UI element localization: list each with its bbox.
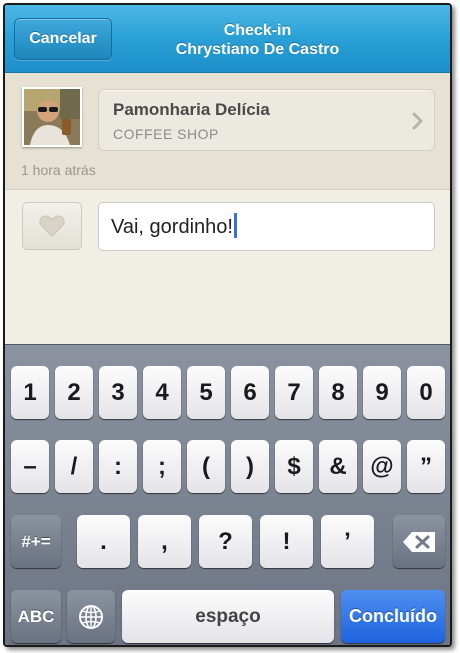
- space-key[interactable]: espaço: [122, 590, 334, 643]
- key-1[interactable]: 1: [11, 366, 49, 419]
- key-at[interactable]: @: [363, 440, 401, 493]
- key-semicolon[interactable]: ;: [143, 440, 181, 493]
- globe-key[interactable]: [67, 590, 115, 643]
- venue-header: Pamonharia Delícia COFFEE SHOP 1 hora at…: [5, 73, 450, 190]
- key-comma[interactable]: ,: [138, 515, 191, 568]
- shout-text: Vai, gordinho!: [111, 216, 233, 238]
- key-period[interactable]: .: [77, 515, 130, 568]
- key-colon[interactable]: :: [99, 440, 137, 493]
- text-caret: [233, 213, 237, 238]
- key-close-paren[interactable]: ): [231, 440, 269, 493]
- key-0[interactable]: 0: [407, 366, 445, 419]
- key-abc[interactable]: ABC: [11, 590, 61, 643]
- key-open-paren[interactable]: (: [187, 440, 225, 493]
- key-dash[interactable]: –: [11, 440, 49, 493]
- key-apostrophe[interactable]: ’: [321, 515, 374, 568]
- key-4[interactable]: 4: [143, 366, 181, 419]
- like-button[interactable]: [22, 202, 82, 250]
- navigation-bar: Cancelar Check-in Chrystiano De Castro: [5, 5, 450, 73]
- avatar-photo: [24, 89, 80, 145]
- nav-title: Check-in Chrystiano De Castro: [125, 21, 390, 59]
- key-2[interactable]: 2: [55, 366, 93, 419]
- backspace-key[interactable]: [393, 515, 445, 568]
- chevron-right-icon: [412, 112, 423, 130]
- heart-icon: [39, 215, 65, 237]
- key-9[interactable]: 9: [363, 366, 401, 419]
- key-8[interactable]: 8: [319, 366, 357, 419]
- cancel-button[interactable]: Cancelar: [14, 18, 112, 60]
- key-ampersand[interactable]: &: [319, 440, 357, 493]
- key-more-symbols[interactable]: #+=: [11, 515, 61, 568]
- globe-icon: [79, 604, 103, 629]
- nav-title-primary: Check-in: [223, 22, 292, 39]
- key-slash[interactable]: /: [55, 440, 93, 493]
- nav-title-secondary: Chrystiano De Castro: [175, 41, 340, 58]
- key-quote[interactable]: ”: [407, 440, 445, 493]
- done-key[interactable]: Concluído: [341, 590, 445, 643]
- avatar[interactable]: [22, 87, 82, 147]
- key-dollar[interactable]: $: [275, 440, 313, 493]
- venue-name: Pamonharia Delícia: [113, 100, 270, 119]
- shout-input[interactable]: Vai, gordinho!: [98, 202, 435, 251]
- key-exclamation[interactable]: !: [260, 515, 313, 568]
- key-6[interactable]: 6: [231, 366, 269, 419]
- app-frame: Cancelar Check-in Chrystiano De Castro P…: [3, 3, 452, 647]
- key-7[interactable]: 7: [275, 366, 313, 419]
- backspace-icon: [403, 531, 435, 552]
- venue-category: COFFEE SHOP: [113, 126, 219, 142]
- key-question[interactable]: ?: [199, 515, 252, 568]
- checkin-time: 1 hora atrás: [21, 162, 96, 178]
- key-3[interactable]: 3: [99, 366, 137, 419]
- key-5[interactable]: 5: [187, 366, 225, 419]
- venue-card[interactable]: Pamonharia Delícia COFFEE SHOP: [98, 89, 435, 151]
- keyboard: 1 2 3 4 5 6 7 8 9 0 – / : ; ( ) $ & @ ” …: [5, 344, 450, 645]
